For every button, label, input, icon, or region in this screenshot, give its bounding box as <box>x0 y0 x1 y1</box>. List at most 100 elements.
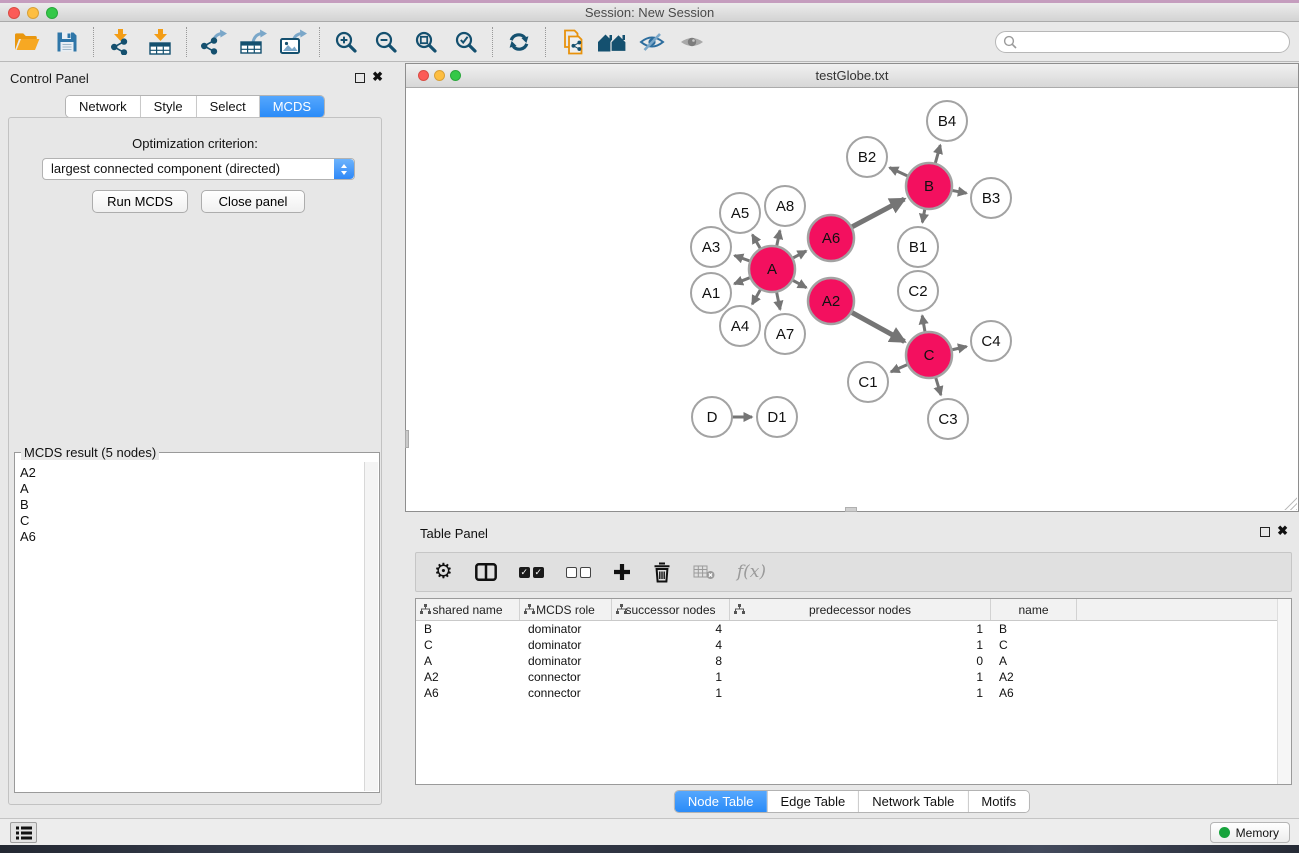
mcds-list-scrollbar[interactable] <box>364 462 378 791</box>
select-all-icon[interactable]: ✓✓ <box>519 567 544 578</box>
tab-style[interactable]: Style <box>140 96 196 117</box>
float-table-panel-icon[interactable] <box>1260 527 1270 537</box>
graph-node-B1[interactable]: B1 <box>898 227 938 267</box>
zoom-selected-button[interactable] <box>446 25 486 59</box>
add-column-icon[interactable] <box>613 563 631 581</box>
optimization-criterion-select[interactable]: largest connected component (directed) <box>42 158 355 180</box>
bottom-resize-handle[interactable] <box>845 507 857 512</box>
column-header-shared-name[interactable]: shared name <box>416 599 520 620</box>
table-cell[interactable]: B <box>416 621 520 637</box>
graph-node-C3[interactable]: C3 <box>928 399 968 439</box>
copy-network-button[interactable] <box>552 25 592 59</box>
table-cell[interactable]: B <box>991 621 1077 637</box>
table-cell[interactable]: connector <box>520 685 612 701</box>
graph-node-C1[interactable]: C1 <box>848 362 888 402</box>
tab-select[interactable]: Select <box>196 96 259 117</box>
search-input[interactable] <box>995 31 1290 53</box>
close-panel-icon[interactable]: ✖ <box>372 69 383 85</box>
tab-network-table[interactable]: Network Table <box>858 791 967 812</box>
tab-mcds[interactable]: MCDS <box>259 96 324 117</box>
first-neighbors-button[interactable] <box>592 25 632 59</box>
graph-node-C[interactable]: C <box>906 332 952 378</box>
graph-node-A7[interactable]: A7 <box>765 314 805 354</box>
left-resize-handle[interactable] <box>405 430 409 448</box>
table-cell[interactable]: 1 <box>612 669 730 685</box>
mcds-result-item[interactable]: B <box>20 497 364 513</box>
save-session-button[interactable] <box>47 25 87 59</box>
graph-node-A[interactable]: A <box>749 246 795 292</box>
tab-node-table[interactable]: Node Table <box>675 791 767 812</box>
column-header-MCDS-role[interactable]: MCDS role <box>520 599 612 620</box>
table-cell[interactable]: 0 <box>730 653 991 669</box>
table-row[interactable]: Cdominator41C <box>416 637 1277 653</box>
graph-node-D[interactable]: D <box>692 397 732 437</box>
refresh-button[interactable] <box>499 25 539 59</box>
graph-node-A4[interactable]: A4 <box>720 306 760 346</box>
unselect-all-icon[interactable] <box>566 567 591 578</box>
graph-node-B3[interactable]: B3 <box>971 178 1011 218</box>
table-cell[interactable]: 1 <box>730 637 991 653</box>
graph-node-A1[interactable]: A1 <box>691 273 731 313</box>
table-cell[interactable]: A2 <box>991 669 1077 685</box>
graph-node-A6[interactable]: A6 <box>808 215 854 261</box>
zoom-fit-button[interactable] <box>406 25 446 59</box>
tab-edge-table[interactable]: Edge Table <box>766 791 858 812</box>
memory-button[interactable]: Memory <box>1210 822 1290 843</box>
table-cell[interactable]: dominator <box>520 653 612 669</box>
table-cell[interactable]: dominator <box>520 637 612 653</box>
table-cell[interactable]: A2 <box>416 669 520 685</box>
run-mcds-button[interactable]: Run MCDS <box>92 190 188 213</box>
show-columns-icon[interactable] <box>475 563 497 581</box>
table-scrollbar[interactable] <box>1277 599 1291 784</box>
mcds-result-item[interactable]: A2 <box>20 465 364 481</box>
table-cell[interactable]: 4 <box>612 621 730 637</box>
graph-node-A8[interactable]: A8 <box>765 186 805 226</box>
table-row[interactable]: A2connector11A2 <box>416 669 1277 685</box>
table-cell[interactable]: dominator <box>520 621 612 637</box>
network-window-titlebar[interactable]: testGlobe.txt <box>406 64 1298 88</box>
column-header-successor-nodes[interactable]: successor nodes <box>612 599 730 620</box>
graph-node-A2[interactable]: A2 <box>808 278 854 324</box>
column-header-name[interactable]: name <box>991 599 1077 620</box>
table-row[interactable]: Adominator80A <box>416 653 1277 669</box>
table-cell[interactable]: C <box>991 637 1077 653</box>
import-network-button[interactable] <box>100 25 140 59</box>
zoom-out-button[interactable] <box>366 25 406 59</box>
export-image-button[interactable] <box>273 25 313 59</box>
export-network-button[interactable] <box>193 25 233 59</box>
mcds-result-item[interactable]: A6 <box>20 529 364 545</box>
graph-node-B4[interactable]: B4 <box>927 101 967 141</box>
table-cell[interactable]: C <box>416 637 520 653</box>
table-row[interactable]: Bdominator41B <box>416 621 1277 637</box>
graph-node-B[interactable]: B <box>906 163 952 209</box>
task-history-button[interactable] <box>10 822 37 843</box>
table-cell[interactable]: A <box>991 653 1077 669</box>
table-cell[interactable]: 4 <box>612 637 730 653</box>
table-cell[interactable]: 8 <box>612 653 730 669</box>
graph-node-D1[interactable]: D1 <box>757 397 797 437</box>
table-cell[interactable]: A6 <box>416 685 520 701</box>
graph-node-C2[interactable]: C2 <box>898 271 938 311</box>
tab-motifs[interactable]: Motifs <box>967 791 1029 812</box>
import-table-button[interactable] <box>140 25 180 59</box>
graph-node-A3[interactable]: A3 <box>691 227 731 267</box>
table-cell[interactable]: A6 <box>991 685 1077 701</box>
tab-network[interactable]: Network <box>66 96 140 117</box>
graph-node-A5[interactable]: A5 <box>720 193 760 233</box>
hide-selected-button[interactable] <box>632 25 672 59</box>
close-table-panel-icon[interactable]: ✖ <box>1277 523 1288 539</box>
column-header-predecessor-nodes[interactable]: predecessor nodes <box>730 599 991 620</box>
network-canvas[interactable]: B4B2BB3A8A5A6A3B1AA1C2A2A4A7C4CC1C3DD1 <box>406 88 1298 511</box>
table-settings-gear-icon[interactable]: ⚙ <box>434 562 453 582</box>
open-session-button[interactable] <box>7 25 47 59</box>
zoom-in-button[interactable] <box>326 25 366 59</box>
mcds-result-item[interactable]: A <box>20 481 364 497</box>
float-panel-icon[interactable] <box>355 73 365 83</box>
close-panel-button[interactable]: Close panel <box>201 190 305 213</box>
delete-column-icon[interactable] <box>653 562 671 583</box>
export-table-button[interactable] <box>233 25 273 59</box>
table-cell[interactable]: connector <box>520 669 612 685</box>
show-all-button[interactable] <box>672 25 712 59</box>
table-cell[interactable]: A <box>416 653 520 669</box>
table-cell[interactable]: 1 <box>612 685 730 701</box>
